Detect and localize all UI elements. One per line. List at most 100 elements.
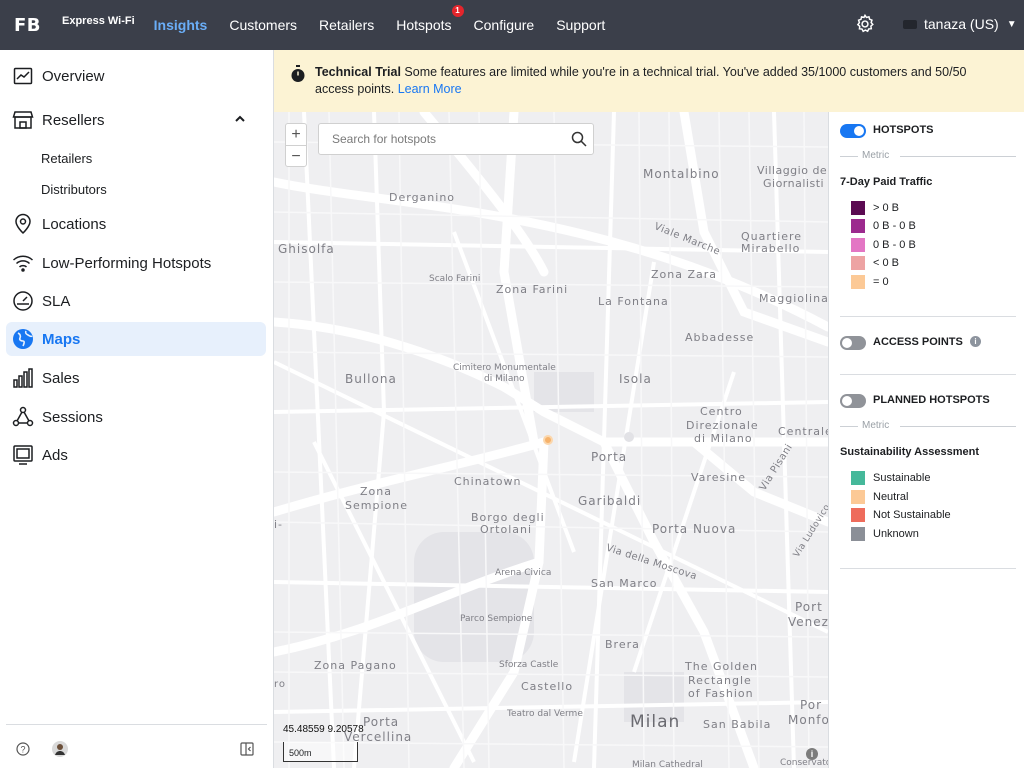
sidebar-item-low-performing-hotspots[interactable]: Low-Performing Hotspots <box>6 246 266 280</box>
legend-item: < 0 B <box>851 256 899 270</box>
map-label: i- <box>274 518 284 531</box>
map-label: Conservato <box>780 758 828 768</box>
map-label: Abbadesse <box>685 331 755 344</box>
map-label: Venez <box>788 615 828 629</box>
coordinates-readout: 45.48559 9.20578 <box>283 724 364 735</box>
account-name: tanaza (US) <box>924 16 999 32</box>
sidebar-item-sla[interactable]: SLA <box>6 284 266 318</box>
sidebar-item-label: Locations <box>42 215 107 233</box>
legend-item: Sustainable <box>851 471 931 485</box>
legend-swatch <box>851 490 865 504</box>
map-label: Scalo Farini <box>429 274 481 284</box>
help-icon[interactable]: ? <box>16 742 30 756</box>
sidebar-item-sessions[interactable]: Sessions <box>6 400 266 434</box>
gear-icon[interactable] <box>854 13 876 35</box>
location-pin-icon <box>12 213 34 235</box>
map-label: Por <box>800 698 823 712</box>
map-info-icon[interactable]: i <box>806 748 818 760</box>
sidebar-item-locations[interactable]: Locations <box>6 207 266 241</box>
monitor-icon <box>12 444 34 466</box>
learn-more-link[interactable]: Learn More <box>398 82 462 96</box>
nav-insights[interactable]: Insights <box>154 17 208 33</box>
planned-hotspots-toggle[interactable] <box>840 394 866 408</box>
sidebar-item-label: Maps <box>42 330 81 348</box>
map-label: Zona Farini <box>496 283 569 296</box>
sidebar: Overview Resellers Retailers Distributor… <box>0 50 274 768</box>
access-points-label: ACCESS POINTS <box>873 336 963 348</box>
map-label: Arena Civica <box>495 568 552 578</box>
map-label: Centrale <box>778 425 828 438</box>
map-label: Milan <box>630 712 681 732</box>
sidebar-subitem-retailers[interactable]: Retailers <box>41 151 92 166</box>
legend-swatch <box>851 219 865 233</box>
sidebar-item-overview[interactable]: Overview <box>6 59 266 93</box>
traffic-metric-title: 7-Day Paid Traffic <box>840 176 933 188</box>
search-input[interactable] <box>319 124 549 154</box>
legend-item: 0 B - 0 B <box>851 219 916 233</box>
metric-divider: Metric <box>840 420 1016 432</box>
map-canvas[interactable]: Montalbino Villaggio dei Giornalisti Der… <box>274 112 828 768</box>
search-icon[interactable] <box>571 131 587 147</box>
sustainability-metric-title: Sustainability Assessment <box>840 446 979 458</box>
map-label: Ortolani <box>480 523 533 536</box>
nav-configure[interactable]: Configure <box>474 17 535 33</box>
line-chart-icon <box>12 65 34 87</box>
map-label: di Milano <box>694 432 753 445</box>
hotspots-label: HOTSPOTS <box>873 124 934 136</box>
map-label: Isola <box>619 372 652 386</box>
sidebar-item-label: Resellers <box>42 111 105 129</box>
fb-logo[interactable]: FB <box>14 15 48 36</box>
zoom-out-button[interactable]: − <box>286 145 306 166</box>
map-label: Sempione <box>345 499 408 512</box>
collapse-sidebar-icon[interactable] <box>240 742 254 756</box>
map-label: Villaggio dei <box>757 164 828 177</box>
zoom-in-button[interactable]: + <box>286 124 306 145</box>
map-label: Porta <box>591 450 628 464</box>
gauge-icon <box>12 290 34 312</box>
map-label: Zona Pagano <box>314 659 397 672</box>
nav-hotspots[interactable]: Hotspots 1 <box>396 5 464 33</box>
map-label: Castello <box>521 680 574 693</box>
bar-chart-icon <box>12 367 34 389</box>
sidebar-item-ads[interactable]: Ads <box>6 438 266 472</box>
legend-item: 0 B - 0 B <box>851 238 916 252</box>
sidebar-item-label: Low-Performing Hotspots <box>42 254 212 272</box>
legend-swatch <box>851 471 865 485</box>
wifi-icon <box>12 252 34 274</box>
nav-retailers[interactable]: Retailers <box>319 17 374 33</box>
globe-icon <box>12 328 34 350</box>
info-icon[interactable]: i <box>970 336 981 347</box>
scale-bar: 500m <box>283 742 358 762</box>
chevron-up-icon[interactable] <box>234 113 246 125</box>
sidebar-item-resellers[interactable]: Resellers <box>6 103 266 137</box>
section-divider <box>840 374 1016 375</box>
sidebar-item-maps[interactable]: Maps <box>6 322 266 356</box>
legend-swatch <box>851 238 865 252</box>
sidebar-subitem-distributors[interactable]: Distributors <box>41 182 107 197</box>
map-label: Maggiolina <box>759 292 828 305</box>
map-label: Centro <box>700 405 743 418</box>
map-label: di Milano <box>484 374 525 384</box>
legend-item: > 0 B <box>851 201 899 215</box>
map-label: La Fontana <box>598 295 669 308</box>
wallet-icon <box>903 19 917 29</box>
nav-support[interactable]: Support <box>556 17 605 33</box>
hotspots-toggle[interactable] <box>840 124 866 138</box>
map-label: Derganino <box>389 191 456 204</box>
hotspot-marker[interactable] <box>543 435 553 445</box>
map-label: Porta <box>363 715 400 729</box>
map-label: Sforza Castle <box>499 660 559 670</box>
map-label: Milan Cathedral <box>632 760 703 768</box>
map-label: Rectangle <box>688 674 752 687</box>
map-label: Varesine <box>691 471 746 484</box>
metric-divider: Metric <box>840 150 1016 162</box>
map-label: of Fashion <box>688 687 754 700</box>
map-layers-panel: HOTSPOTS Metric 7-Day Paid Traffic > 0 B… <box>828 112 1024 768</box>
account-switcher[interactable]: tanaza (US) ▼ <box>903 16 1017 32</box>
nav-customers[interactable]: Customers <box>229 17 297 33</box>
avatar[interactable] <box>52 741 68 757</box>
sidebar-item-sales[interactable]: Sales <box>6 361 266 395</box>
access-points-toggle[interactable] <box>840 336 866 350</box>
sidebar-item-label: Sales <box>42 369 80 387</box>
map-label: Garibaldi <box>578 494 642 508</box>
